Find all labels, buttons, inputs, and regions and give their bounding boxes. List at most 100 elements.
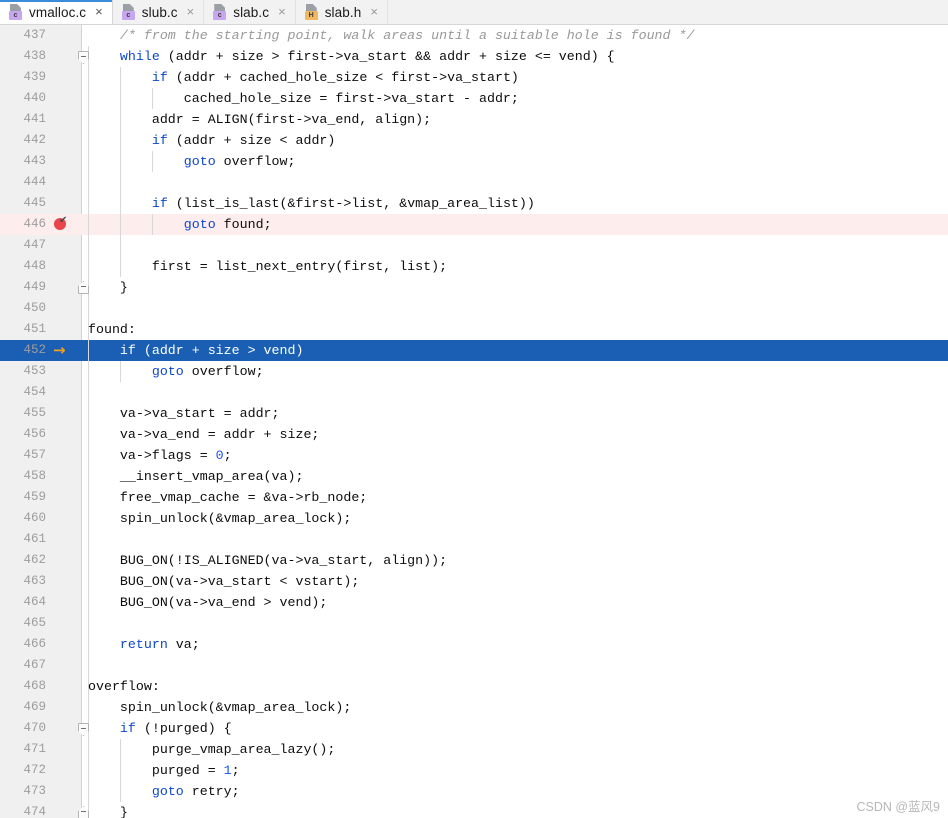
code-text[interactable]: found:: [88, 319, 136, 340]
fold-collapse-down-icon[interactable]: [78, 718, 90, 739]
code-line-443[interactable]: 443 goto overflow;: [0, 151, 948, 172]
close-icon[interactable]: ×: [367, 5, 379, 20]
code-line-470[interactable]: 470 if (!purged) {: [0, 718, 948, 739]
code-line-472[interactable]: 472 purged = 1;: [0, 760, 948, 781]
code-line-439[interactable]: 439 if (addr + cached_hole_size < first-…: [0, 67, 948, 88]
line-number[interactable]: 443: [0, 151, 46, 172]
code-line-473[interactable]: 473 goto retry;: [0, 781, 948, 802]
line-number[interactable]: 463: [0, 571, 46, 592]
line-number[interactable]: 449: [0, 277, 46, 298]
code-text[interactable]: if (addr + size > vend): [88, 340, 304, 361]
line-number[interactable]: 472: [0, 760, 46, 781]
code-line-466[interactable]: 466 return va;: [0, 634, 948, 655]
code-text[interactable]: purge_vmap_area_lazy();: [88, 739, 336, 760]
line-number[interactable]: 456: [0, 424, 46, 445]
code-line-438[interactable]: 438 while (addr + size > first->va_start…: [0, 46, 948, 67]
code-text[interactable]: __insert_vmap_area(va);: [88, 466, 304, 487]
code-line-461[interactable]: 461: [0, 529, 948, 550]
code-editor-pane[interactable]: 437 /* from the starting point, walk are…: [0, 25, 948, 818]
code-text[interactable]: return va;: [88, 634, 200, 655]
code-text[interactable]: va->va_start = addr;: [88, 403, 280, 424]
line-number[interactable]: 442: [0, 130, 46, 151]
code-line-444[interactable]: 444: [0, 172, 948, 193]
line-number[interactable]: 470: [0, 718, 46, 739]
code-line-442[interactable]: 442 if (addr + size < addr): [0, 130, 948, 151]
editor-tab-slab-c[interactable]: c slab.c ×: [204, 0, 296, 24]
code-line-448[interactable]: 448 first = list_next_entry(first, list)…: [0, 256, 948, 277]
code-line-456[interactable]: 456 va->va_end = addr + size;: [0, 424, 948, 445]
code-line-467[interactable]: 467: [0, 655, 948, 676]
execution-pointer-arrow-icon[interactable]: →: [52, 340, 74, 361]
code-lines-container[interactable]: 437 /* from the starting point, walk are…: [0, 25, 948, 818]
code-line-449[interactable]: 449 }: [0, 277, 948, 298]
line-number[interactable]: 474: [0, 802, 46, 818]
code-text[interactable]: if (addr + size < addr): [88, 130, 336, 151]
line-number[interactable]: 438: [0, 46, 46, 67]
line-number[interactable]: 459: [0, 487, 46, 508]
line-number[interactable]: 437: [0, 25, 46, 46]
fold-collapse-down-icon[interactable]: [78, 46, 90, 67]
code-text[interactable]: spin_unlock(&vmap_area_lock);: [88, 697, 351, 718]
code-text[interactable]: if (!purged) {: [88, 718, 232, 739]
code-line-464[interactable]: 464 BUG_ON(va->va_end > vend);: [0, 592, 948, 613]
line-number[interactable]: 465: [0, 613, 46, 634]
code-line-465[interactable]: 465: [0, 613, 948, 634]
code-text[interactable]: goto overflow;: [88, 361, 264, 382]
line-number[interactable]: 453: [0, 361, 46, 382]
line-number[interactable]: 451: [0, 319, 46, 340]
code-line-462[interactable]: 462 BUG_ON(!IS_ALIGNED(va->va_start, ali…: [0, 550, 948, 571]
code-text[interactable]: /* from the starting point, walk areas u…: [88, 25, 695, 46]
code-text[interactable]: goto retry;: [88, 781, 240, 802]
line-number[interactable]: 452: [0, 340, 46, 361]
line-number[interactable]: 461: [0, 529, 46, 550]
editor-tab-slab-h[interactable]: Hslab.h ×: [295, 0, 388, 24]
code-line-441[interactable]: 441 addr = ALIGN(first->va_end, align);: [0, 109, 948, 130]
line-number[interactable]: 444: [0, 172, 46, 193]
code-line-451[interactable]: 451 found:: [0, 319, 948, 340]
code-text[interactable]: BUG_ON(!IS_ALIGNED(va->va_start, align))…: [88, 550, 447, 571]
editor-tab-slub-c[interactable]: c slub.c ×: [112, 0, 205, 24]
code-text[interactable]: }: [88, 802, 128, 818]
code-line-445[interactable]: 445 if (list_is_last(&first->list, &vmap…: [0, 193, 948, 214]
line-number[interactable]: 469: [0, 697, 46, 718]
code-text[interactable]: if (addr + cached_hole_size < first->va_…: [88, 67, 519, 88]
line-number[interactable]: 439: [0, 67, 46, 88]
line-number[interactable]: 447: [0, 235, 46, 256]
close-icon[interactable]: ×: [184, 5, 196, 20]
code-line-454[interactable]: 454: [0, 382, 948, 403]
code-line-460[interactable]: 460 spin_unlock(&vmap_area_lock);: [0, 508, 948, 529]
code-text[interactable]: overflow:: [88, 676, 160, 697]
code-line-453[interactable]: 453 goto overflow;: [0, 361, 948, 382]
fold-collapse-up-icon[interactable]: [78, 802, 90, 818]
code-line-437[interactable]: 437 /* from the starting point, walk are…: [0, 25, 948, 46]
code-text[interactable]: cached_hole_size = first->va_start - add…: [88, 88, 519, 109]
code-line-450[interactable]: 450: [0, 298, 948, 319]
line-number[interactable]: 455: [0, 403, 46, 424]
code-text[interactable]: while (addr + size > first->va_start && …: [88, 46, 615, 67]
code-text[interactable]: addr = ALIGN(first->va_end, align);: [88, 109, 431, 130]
line-number[interactable]: 440: [0, 88, 46, 109]
code-text[interactable]: BUG_ON(va->va_start < vstart);: [88, 571, 359, 592]
code-line-455[interactable]: 455 va->va_start = addr;: [0, 403, 948, 424]
line-number[interactable]: 467: [0, 655, 46, 676]
line-number[interactable]: 448: [0, 256, 46, 277]
code-line-446[interactable]: 446 ✔ goto found;: [0, 214, 948, 235]
code-text[interactable]: va->flags = 0;: [88, 445, 232, 466]
line-number[interactable]: 450: [0, 298, 46, 319]
code-text[interactable]: free_vmap_cache = &va->rb_node;: [88, 487, 367, 508]
fold-collapse-up-icon[interactable]: [78, 277, 90, 298]
line-number[interactable]: 457: [0, 445, 46, 466]
line-number[interactable]: 464: [0, 592, 46, 613]
line-number[interactable]: 454: [0, 382, 46, 403]
code-line-468[interactable]: 468 overflow:: [0, 676, 948, 697]
code-line-463[interactable]: 463 BUG_ON(va->va_start < vstart);: [0, 571, 948, 592]
line-number[interactable]: 446: [0, 214, 46, 235]
code-text[interactable]: if (list_is_last(&first->list, &vmap_are…: [88, 193, 535, 214]
code-line-474[interactable]: 474 }: [0, 802, 948, 818]
line-number[interactable]: 466: [0, 634, 46, 655]
line-number[interactable]: 441: [0, 109, 46, 130]
breakpoint-verified-icon[interactable]: ✔: [52, 214, 74, 235]
close-icon[interactable]: ×: [92, 5, 104, 20]
line-number[interactable]: 445: [0, 193, 46, 214]
code-text[interactable]: va->va_end = addr + size;: [88, 424, 320, 445]
